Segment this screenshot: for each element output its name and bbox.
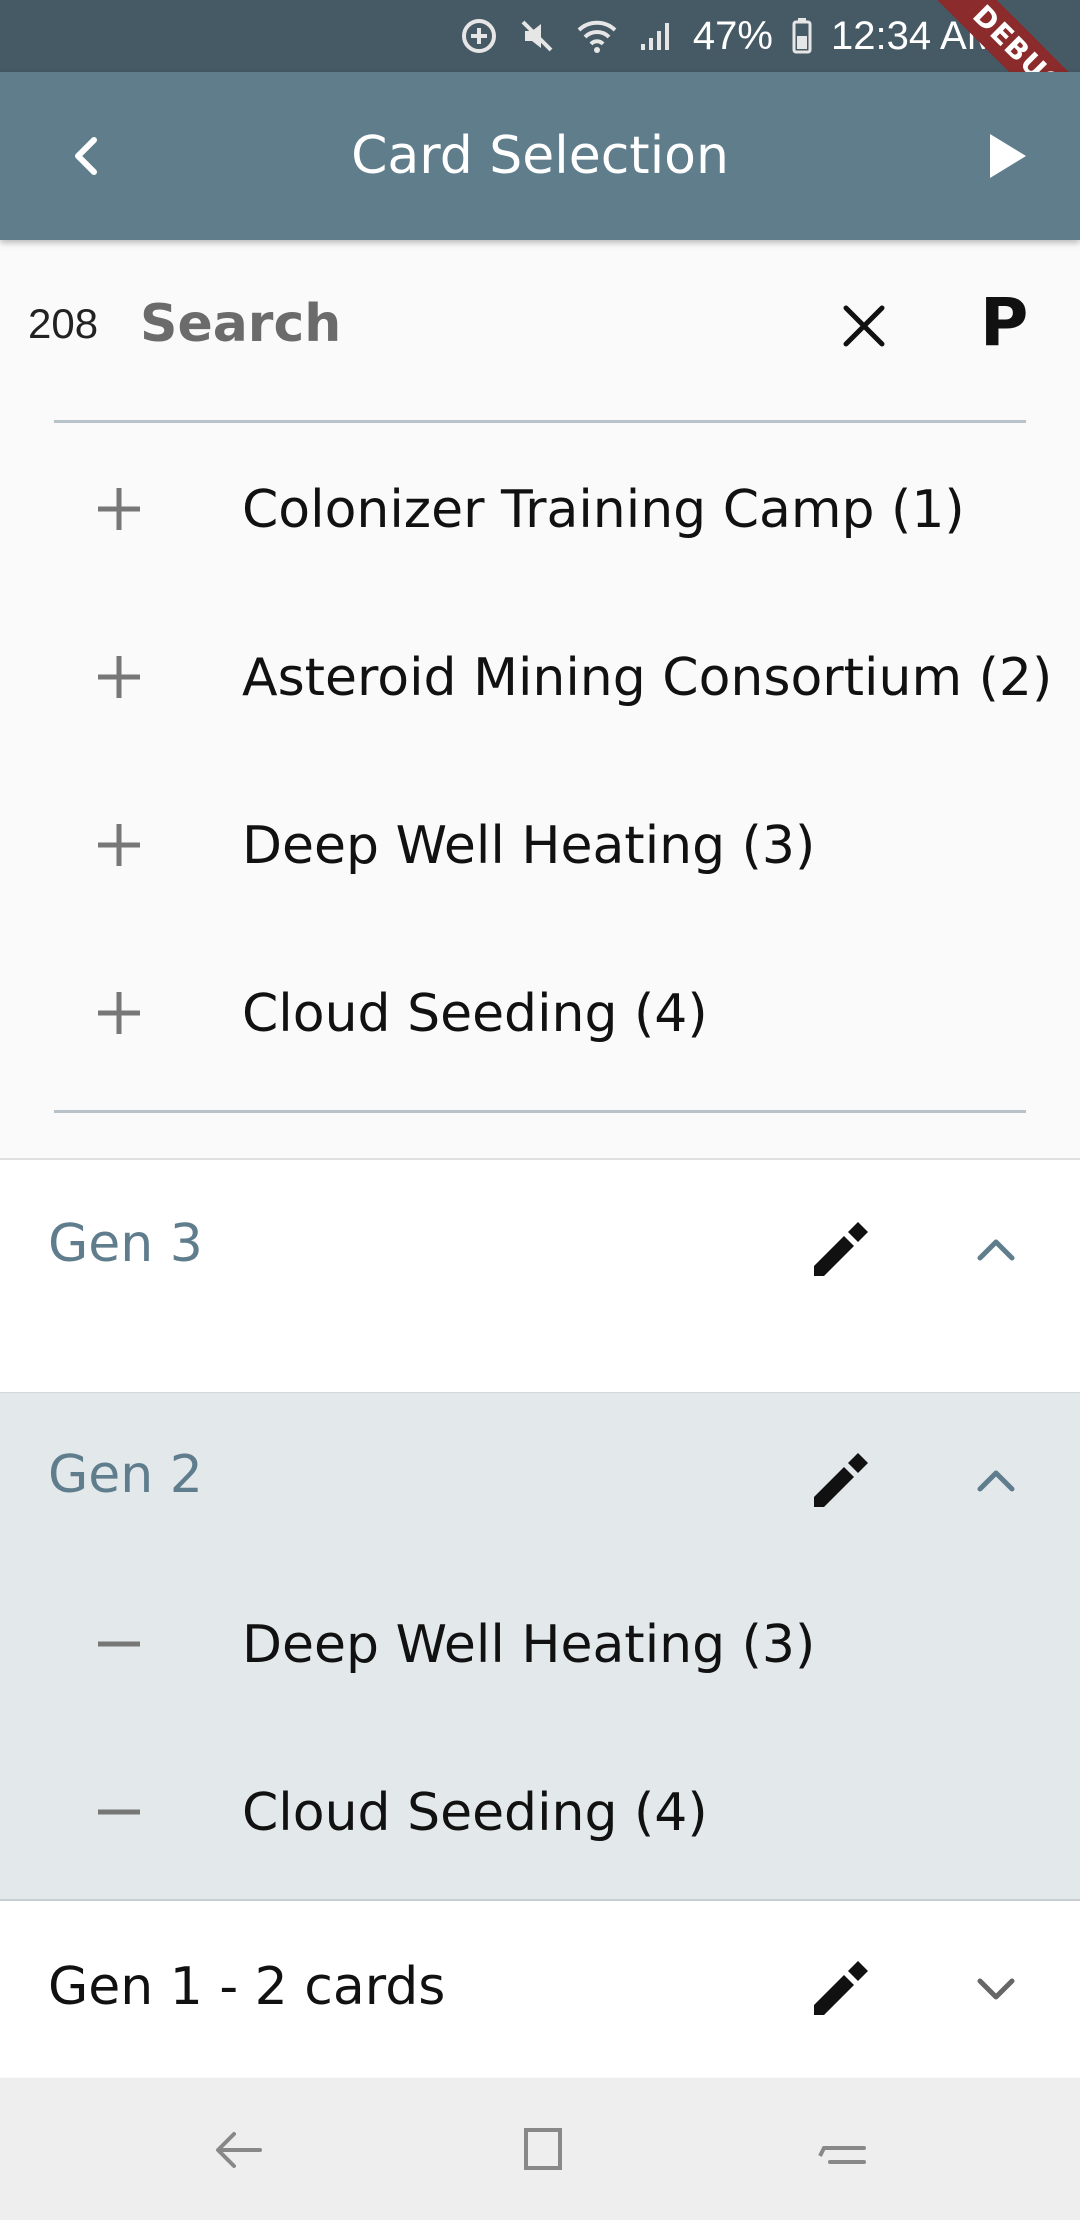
group-card-label: Deep Well Heating (3)	[242, 1615, 816, 1675]
group-card-item[interactable]: Cloud Seeding (4)	[0, 1729, 1080, 1897]
chevron-up-icon[interactable]	[972, 1226, 1020, 1274]
search-input[interactable]	[138, 282, 702, 366]
result-item[interactable]: Cloud Seeding (4)	[0, 930, 1080, 1098]
plus-icon[interactable]	[96, 990, 142, 1036]
p-button[interactable]: P	[980, 282, 1050, 364]
minus-icon[interactable]	[96, 1789, 142, 1835]
result-item[interactable]: Deep Well Heating (3)	[0, 762, 1080, 930]
plus-icon[interactable]	[96, 822, 142, 868]
result-label: Cloud Seeding (4)	[242, 984, 708, 1044]
card-count: 208	[28, 300, 99, 347]
system-nav-bar	[0, 2078, 1080, 2220]
result-item[interactable]: Asteroid Mining Consortium (2)	[0, 594, 1080, 762]
clear-search-button[interactable]	[838, 300, 890, 352]
divider	[54, 420, 1026, 423]
play-button[interactable]	[976, 126, 1036, 186]
chevron-up-icon[interactable]	[972, 1457, 1020, 1505]
edit-icon[interactable]	[808, 1220, 870, 1282]
result-label: Asteroid Mining Consortium (2)	[242, 648, 1053, 708]
group-title[interactable]: Gen 1 - 2 cards	[48, 1957, 445, 2017]
status-icons: 47% 12:34 AM	[459, 0, 1000, 72]
group-gen1: Gen 1 - 2 cards	[0, 1901, 1080, 2077]
wifi-icon	[575, 16, 619, 56]
chevron-down-icon[interactable]	[972, 1965, 1020, 2013]
recent-apps-icon[interactable]	[814, 2120, 874, 2180]
result-label: Deep Well Heating (3)	[242, 816, 816, 876]
group-gen3: Gen 3	[0, 1158, 1080, 1395]
plus-icon[interactable]	[96, 486, 142, 532]
play-icon	[990, 134, 1026, 178]
data-saver-icon	[459, 16, 499, 56]
divider	[54, 1110, 1026, 1113]
group-gen2: Gen 2 Deep Well Heating (3) Cloud Seedin…	[0, 1393, 1080, 1901]
edit-icon[interactable]	[808, 1959, 870, 2021]
plus-icon[interactable]	[96, 654, 142, 700]
group-card-label: Cloud Seeding (4)	[242, 1783, 708, 1843]
mute-icon	[517, 16, 557, 56]
page-title: Card Selection	[351, 126, 729, 186]
group-title[interactable]: Gen 2	[48, 1445, 203, 1505]
battery-percent: 47%	[692, 13, 773, 58]
result-item[interactable]: Colonizer Training Camp (1)	[0, 426, 1080, 594]
edit-icon[interactable]	[808, 1451, 870, 1513]
signal-icon	[637, 16, 675, 56]
back-nav-icon[interactable]	[210, 2120, 270, 2180]
status-bar: 47% 12:34 AM DEBUG	[0, 0, 1080, 151]
result-label: Colonizer Training Camp (1)	[242, 480, 965, 540]
battery-icon	[791, 16, 813, 56]
app-bar: Card Selection	[0, 72, 1080, 240]
home-nav-icon[interactable]	[512, 2120, 572, 2180]
group-title[interactable]: Gen 3	[48, 1214, 203, 1274]
minus-icon[interactable]	[96, 1621, 142, 1667]
group-card-item[interactable]: Deep Well Heating (3)	[0, 1561, 1080, 1729]
close-icon	[843, 305, 885, 347]
